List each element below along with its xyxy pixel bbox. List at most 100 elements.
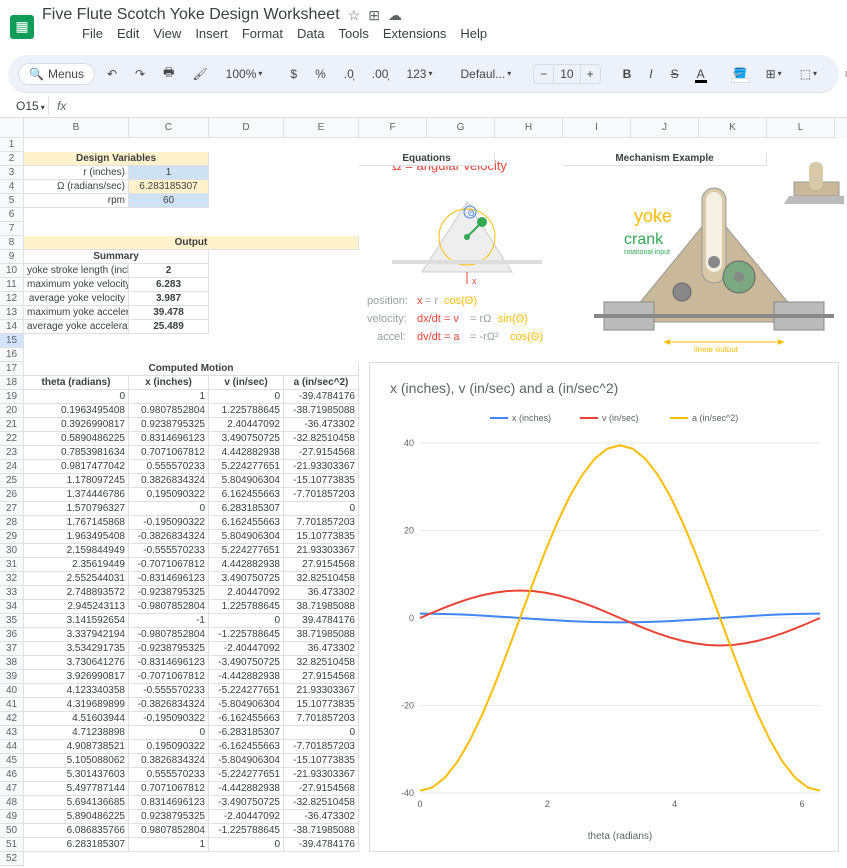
cell[interactable]: -2.40447092	[209, 642, 284, 656]
cell[interactable]: 5.224277651	[209, 460, 284, 474]
cell[interactable]: 0.555570233	[129, 768, 209, 782]
row-header[interactable]: 4	[0, 180, 24, 194]
cell[interactable]: 0.3926990817	[24, 418, 129, 432]
cell[interactable]: 3.730641276	[24, 656, 129, 670]
cell[interactable]: 2.159844949	[24, 544, 129, 558]
row-header[interactable]: 21	[0, 418, 24, 432]
cell[interactable]: 5.694136685	[24, 796, 129, 810]
cell[interactable]: 39.4784176	[284, 614, 359, 628]
cell[interactable]: -0.8314696123	[129, 656, 209, 670]
cell[interactable]: 6.283185307	[209, 502, 284, 516]
row-header[interactable]: 46	[0, 768, 24, 782]
menu-data[interactable]: Data	[297, 26, 324, 41]
row-header[interactable]: 37	[0, 642, 24, 656]
cell[interactable]: maximum yoke acceleration	[24, 306, 129, 320]
row-header[interactable]: 23	[0, 446, 24, 460]
cell[interactable]: -4.442882938	[209, 670, 284, 684]
cell[interactable]: 39.478	[129, 306, 209, 320]
cell[interactable]: 1	[129, 166, 209, 180]
cell[interactable]: 32.82510458	[284, 656, 359, 670]
cell[interactable]: 0.8314696123	[129, 796, 209, 810]
italic-button[interactable]: I	[643, 63, 658, 85]
col-header[interactable]: J	[631, 118, 699, 138]
row-header[interactable]: 27	[0, 502, 24, 516]
font-size-increase[interactable]: +	[581, 65, 600, 83]
cell[interactable]: -0.9238795325	[129, 642, 209, 656]
cell[interactable]: 5.804906304	[209, 530, 284, 544]
cell[interactable]: -36.473302	[284, 418, 359, 432]
cell[interactable]: 7.701857203	[284, 712, 359, 726]
cell[interactable]: -3.490750725	[209, 796, 284, 810]
row-header[interactable]: 16	[0, 348, 24, 362]
row-header[interactable]: 15	[0, 334, 24, 348]
col-header[interactable]: H	[495, 118, 563, 138]
row-header[interactable]: 43	[0, 726, 24, 740]
font-select[interactable]: Defaul...	[455, 63, 518, 85]
text-color-button[interactable]: A	[691, 63, 711, 85]
cell[interactable]: maximum yoke velocity	[24, 278, 129, 292]
increase-decimal-button[interactable]: .00̩	[366, 63, 395, 85]
cell[interactable]: 0	[129, 726, 209, 740]
currency-button[interactable]: $	[284, 63, 303, 85]
cell[interactable]: -5.804906304	[209, 754, 284, 768]
row-header[interactable]: 20	[0, 404, 24, 418]
cell[interactable]: -0.7071067812	[129, 558, 209, 572]
cell[interactable]: 3.490750725	[209, 432, 284, 446]
doc-title[interactable]: Five Flute Scotch Yoke Design Worksheet	[42, 6, 340, 24]
star-icon[interactable]: ☆	[348, 7, 361, 24]
cell[interactable]: -0.7071067812	[129, 670, 209, 684]
row-header[interactable]: 44	[0, 740, 24, 754]
cell[interactable]: -0.195090322	[129, 516, 209, 530]
cell[interactable]: 0	[284, 726, 359, 740]
menu-format[interactable]: Format	[242, 26, 283, 41]
cell[interactable]: 6.162455663	[209, 488, 284, 502]
cell[interactable]: -1.225788645	[209, 628, 284, 642]
cell[interactable]: 5.804906304	[209, 474, 284, 488]
cell[interactable]: -0.8314696123	[129, 572, 209, 586]
cell[interactable]: yoke stroke length (inches)	[24, 264, 129, 278]
cell[interactable]: 36.473302	[284, 586, 359, 600]
cell[interactable]: -1	[129, 614, 209, 628]
redo-button[interactable]: ↷	[129, 63, 151, 85]
cell[interactable]: -0.195090322	[129, 712, 209, 726]
cell[interactable]: average yoke acceleration	[24, 320, 129, 334]
cell[interactable]: Computed Motion	[24, 362, 359, 376]
row-header[interactable]: 3	[0, 166, 24, 180]
row-header[interactable]: 10	[0, 264, 24, 278]
cell[interactable]: 38.71985088	[284, 628, 359, 642]
name-box[interactable]: O15	[8, 97, 48, 115]
menu-insert[interactable]: Insert	[195, 26, 228, 41]
row-header[interactable]: 1	[0, 138, 24, 152]
row-header[interactable]: 47	[0, 782, 24, 796]
cell[interactable]: -6.162455663	[209, 712, 284, 726]
cell[interactable]: 0.555570233	[129, 460, 209, 474]
cell[interactable]: 0.9238795325	[129, 810, 209, 824]
row-header[interactable]: 5	[0, 194, 24, 208]
cell[interactable]: 0.7853981634	[24, 446, 129, 460]
percent-button[interactable]: %	[309, 63, 332, 85]
cell[interactable]: Mechanism Example	[563, 152, 767, 166]
cell[interactable]: 2.40447092	[209, 418, 284, 432]
cell[interactable]: 0	[209, 390, 284, 404]
row-header[interactable]: 17	[0, 362, 24, 376]
cell[interactable]: 60	[129, 194, 209, 208]
row-header[interactable]: 22	[0, 432, 24, 446]
cell[interactable]: -7.701857203	[284, 740, 359, 754]
row-header[interactable]: 12	[0, 292, 24, 306]
col-header[interactable]: D	[209, 118, 284, 138]
menu-edit[interactable]: Edit	[117, 26, 139, 41]
cell[interactable]: 4.442882938	[209, 558, 284, 572]
cell[interactable]: -38.71985088	[284, 404, 359, 418]
cell[interactable]: 27.9154568	[284, 670, 359, 684]
row-header[interactable]: 24	[0, 460, 24, 474]
row-header[interactable]: 13	[0, 306, 24, 320]
cell[interactable]: 0.7071067812	[129, 446, 209, 460]
cell[interactable]: 2.748893572	[24, 586, 129, 600]
cell[interactable]: -36.473302	[284, 810, 359, 824]
move-icon[interactable]: ⊞	[368, 7, 380, 24]
cell[interactable]: 0	[209, 838, 284, 852]
col-header[interactable]: G	[427, 118, 495, 138]
cell[interactable]: -15.10773835	[284, 474, 359, 488]
cell[interactable]: 2.552544031	[24, 572, 129, 586]
cell[interactable]: 0	[24, 390, 129, 404]
